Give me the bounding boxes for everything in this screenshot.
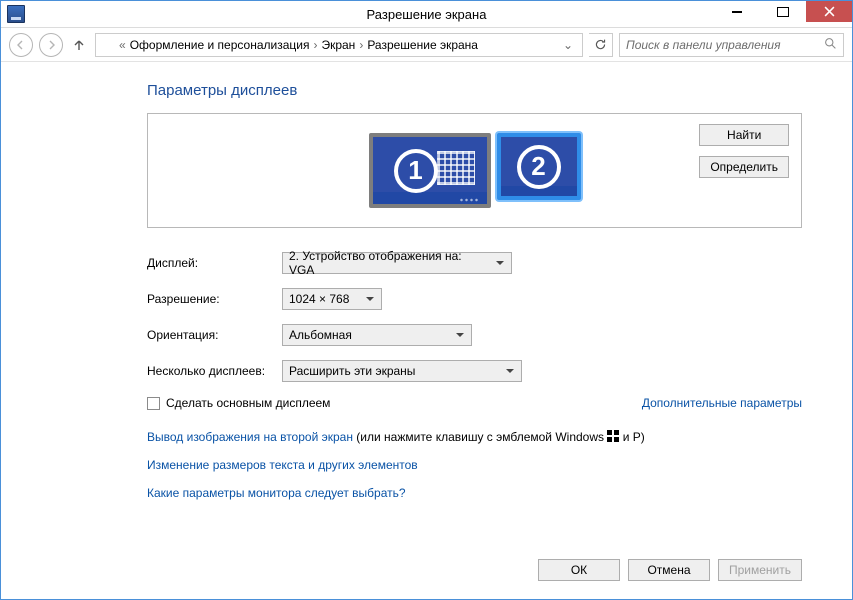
content-area: Параметры дисплеев 1 2 Найти Определить … [1, 62, 852, 502]
back-button[interactable] [9, 33, 33, 57]
resolution-select[interactable]: 1024 × 768 [282, 288, 382, 310]
window-buttons [714, 1, 852, 27]
maximize-button[interactable] [760, 1, 806, 22]
overflow-chevron-icon: « [119, 38, 126, 52]
crumb-category[interactable]: Оформление и персонализация [130, 38, 310, 52]
resolution-select-value: 1024 × 768 [289, 292, 349, 306]
identify-button[interactable]: Определить [699, 156, 789, 178]
search-placeholder: Поиск в панели управления [626, 38, 824, 52]
monitor-1[interactable]: 1 [369, 133, 491, 208]
address-icon [99, 37, 115, 53]
minimize-button[interactable] [714, 1, 760, 22]
nav-bar: « Оформление и персонализация › Экран › … [1, 28, 852, 62]
multi-display-select-value: Расширить эти экраны [289, 364, 415, 378]
chevron-right-icon: › [359, 38, 363, 52]
refresh-button[interactable] [589, 33, 613, 57]
multi-label: Несколько дисплеев: [147, 364, 282, 378]
address-bar[interactable]: « Оформление и персонализация › Экран › … [95, 33, 583, 57]
display-label: Дисплей: [147, 256, 282, 270]
display-select-value: 2. Устройство отображения на: VGA [289, 249, 489, 277]
display-preview: 1 2 Найти Определить [147, 113, 802, 228]
orientation-select[interactable]: Альбомная [282, 324, 472, 346]
crumb-page[interactable]: Разрешение экрана [367, 38, 478, 52]
resolution-label: Разрешение: [147, 292, 282, 306]
ok-button[interactable]: ОК [538, 559, 620, 581]
crumb-screen[interactable]: Экран [321, 38, 355, 52]
find-button[interactable]: Найти [699, 124, 789, 146]
title-bar: Разрешение экрана [1, 1, 852, 28]
orientation-select-value: Альбомная [289, 328, 352, 342]
help-link[interactable]: Какие параметры монитора следует выбрать… [147, 486, 406, 500]
advanced-settings-link[interactable]: Дополнительные параметры [642, 396, 802, 410]
app-icon [7, 5, 25, 23]
section-title: Параметры дисплеев [147, 82, 802, 99]
make-primary-checkbox[interactable] [147, 397, 160, 410]
close-button[interactable] [806, 1, 852, 22]
grid-icon [437, 151, 475, 185]
windows-logo-icon [607, 430, 619, 442]
address-dropdown-icon[interactable]: ⌄ [563, 38, 579, 52]
search-icon [824, 37, 837, 53]
chevron-right-icon: › [313, 38, 317, 52]
project-line: Вывод изображения на второй экран (или н… [147, 428, 802, 446]
footer: ОК Отмена Применить [147, 559, 802, 581]
monitor-2-number: 2 [517, 145, 561, 189]
resize-text-link[interactable]: Изменение размеров текста и других элеме… [147, 458, 418, 472]
display-select[interactable]: 2. Устройство отображения на: VGA [282, 252, 512, 274]
apply-button[interactable]: Применить [718, 559, 802, 581]
monitor-2[interactable]: 2 [497, 133, 581, 200]
project-link[interactable]: Вывод изображения на второй экран [147, 430, 353, 444]
monitor-1-number: 1 [394, 149, 438, 193]
settings-form: Дисплей: 2. Устройство отображения на: V… [147, 252, 802, 502]
up-button[interactable] [69, 35, 89, 55]
make-primary-label: Сделать основным дисплеем [166, 396, 330, 410]
cancel-button[interactable]: Отмена [628, 559, 710, 581]
search-box[interactable]: Поиск в панели управления [619, 33, 844, 57]
orientation-label: Ориентация: [147, 328, 282, 342]
window-title: Разрешение экрана [367, 7, 487, 22]
multi-display-select[interactable]: Расширить эти экраны [282, 360, 522, 382]
forward-button[interactable] [39, 33, 63, 57]
